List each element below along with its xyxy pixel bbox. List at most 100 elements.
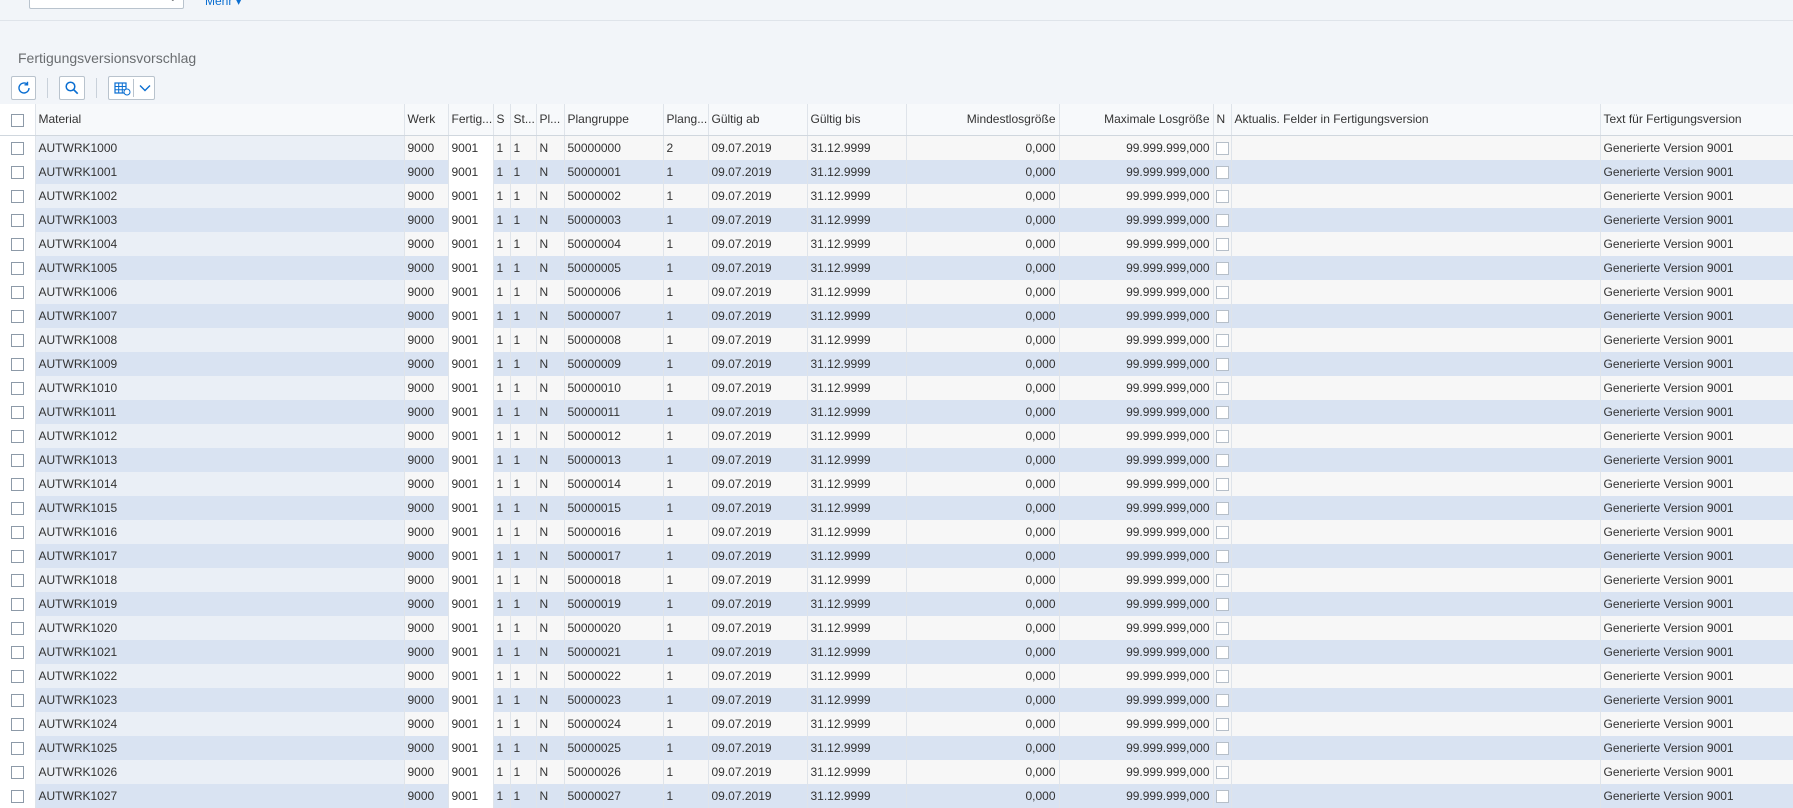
row-select-checkbox[interactable]	[10, 357, 24, 371]
table-row[interactable]: AUTWRK1009 9000 9001 1 1 N 50000009 1 09.07.2019…	[0, 351, 1793, 376]
row-select-checkbox[interactable]	[10, 213, 24, 227]
cell-n[interactable]	[1213, 759, 1232, 784]
cell-n[interactable]	[1213, 423, 1232, 448]
row-select-checkbox[interactable]	[10, 429, 24, 443]
cell-n[interactable]	[1213, 519, 1232, 544]
row-select-cell[interactable]	[0, 711, 36, 736]
row-select-checkbox[interactable]	[10, 309, 24, 323]
row-select-cell[interactable]	[0, 303, 36, 328]
cell-n[interactable]	[1213, 207, 1232, 232]
row-select-cell[interactable]	[0, 543, 36, 568]
table-row[interactable]: AUTWRK1012 9000 9001 1 1 N 50000012 1 09.07.2019…	[0, 423, 1793, 448]
n-checkbox[interactable]	[1215, 717, 1229, 731]
cell-n[interactable]	[1213, 255, 1232, 280]
table-row[interactable]: AUTWRK1026 9000 9001 1 1 N 50000026 1 09.07.2019…	[0, 759, 1793, 784]
row-select-cell[interactable]	[0, 231, 36, 256]
table-row[interactable]: AUTWRK1019 9000 9001 1 1 N 50000019 1 09.07.2019…	[0, 591, 1793, 616]
n-checkbox[interactable]	[1215, 357, 1229, 371]
n-checkbox[interactable]	[1215, 765, 1229, 779]
table-row[interactable]: AUTWRK1015 9000 9001 1 1 N 50000015 1 09.07.2019…	[0, 495, 1793, 520]
table-row[interactable]: AUTWRK1011 9000 9001 1 1 N 50000011 1 09.07.2019…	[0, 399, 1793, 424]
row-select-cell[interactable]	[0, 471, 36, 496]
more-link[interactable]: Mehr ▾	[205, 0, 242, 8]
table-row[interactable]: AUTWRK1023 9000 9001 1 1 N 50000023 1 09.07.2019…	[0, 687, 1793, 712]
table-row[interactable]: AUTWRK1007 9000 9001 1 1 N 50000007 1 09.07.2019…	[0, 303, 1793, 328]
n-checkbox[interactable]	[1215, 621, 1229, 635]
table-row[interactable]: AUTWRK1003 9000 9001 1 1 N 50000003 1 09.07.2019…	[0, 207, 1793, 232]
row-select-checkbox[interactable]	[10, 237, 24, 251]
row-select-checkbox[interactable]	[10, 453, 24, 467]
row-select-checkbox[interactable]	[10, 189, 24, 203]
n-checkbox[interactable]	[1215, 741, 1229, 755]
row-select-checkbox[interactable]	[10, 573, 24, 587]
row-select-checkbox[interactable]	[10, 477, 24, 491]
row-select-cell[interactable]	[0, 495, 36, 520]
col-mindestlosgroesse[interactable]: Mindestlosgröße	[906, 104, 1060, 136]
col-gueltig-ab[interactable]: Gültig ab	[708, 104, 808, 136]
row-select-cell[interactable]	[0, 663, 36, 688]
n-checkbox[interactable]	[1215, 333, 1229, 347]
n-checkbox[interactable]	[1215, 573, 1229, 587]
col-text[interactable]: Text für Fertigungsversion	[1600, 104, 1793, 136]
n-checkbox[interactable]	[1215, 141, 1229, 155]
cell-n[interactable]	[1213, 687, 1232, 712]
table-row[interactable]: AUTWRK1020 9000 9001 1 1 N 50000020 1 09.07.2019…	[0, 615, 1793, 640]
row-select-checkbox[interactable]	[10, 645, 24, 659]
n-checkbox[interactable]	[1215, 285, 1229, 299]
table-row[interactable]: AUTWRK1014 9000 9001 1 1 N 50000014 1 09.07.2019…	[0, 471, 1793, 496]
row-select-cell[interactable]	[0, 207, 36, 232]
row-select-checkbox[interactable]	[10, 285, 24, 299]
cell-n[interactable]	[1213, 591, 1232, 616]
row-select-checkbox[interactable]	[10, 717, 24, 731]
row-select-checkbox[interactable]	[10, 141, 24, 155]
cell-n[interactable]	[1213, 639, 1232, 664]
cell-n[interactable]	[1213, 447, 1232, 472]
table-row[interactable]: AUTWRK1008 9000 9001 1 1 N 50000008 1 09.07.2019…	[0, 327, 1793, 352]
row-select-checkbox[interactable]	[10, 405, 24, 419]
cell-n[interactable]	[1213, 663, 1232, 688]
table-row[interactable]: AUTWRK1000 9000 9001 1 1 N 50000000 2 09.07.2019…	[0, 135, 1793, 160]
n-checkbox[interactable]	[1215, 549, 1229, 563]
col-aktualis-felder[interactable]: Aktualis. Felder in Fertigungsversion	[1231, 104, 1601, 136]
n-checkbox[interactable]	[1215, 237, 1229, 251]
cell-n[interactable]	[1213, 399, 1232, 424]
n-checkbox[interactable]	[1215, 501, 1229, 515]
row-select-cell[interactable]	[0, 519, 36, 544]
n-checkbox[interactable]	[1215, 453, 1229, 467]
row-select-cell[interactable]	[0, 327, 36, 352]
row-select-cell[interactable]	[0, 735, 36, 760]
row-select-checkbox[interactable]	[10, 525, 24, 539]
col-n[interactable]: N	[1213, 104, 1232, 136]
table-row[interactable]: AUTWRK1027 9000 9001 1 1 N 50000027 1 09.07.2019…	[0, 783, 1793, 808]
col-gueltig-bis[interactable]: Gültig bis	[807, 104, 907, 136]
row-select-cell[interactable]	[0, 255, 36, 280]
col-plang[interactable]: Plang...	[663, 104, 709, 136]
n-checkbox[interactable]	[1215, 693, 1229, 707]
row-select-checkbox[interactable]	[10, 597, 24, 611]
table-row[interactable]: AUTWRK1005 9000 9001 1 1 N 50000005 1 09.07.2019…	[0, 255, 1793, 280]
n-checkbox[interactable]	[1215, 213, 1229, 227]
table-row[interactable]: AUTWRK1022 9000 9001 1 1 N 50000022 1 09.07.2019…	[0, 663, 1793, 688]
cell-n[interactable]	[1213, 375, 1232, 400]
n-checkbox[interactable]	[1215, 429, 1229, 443]
row-select-checkbox[interactable]	[10, 765, 24, 779]
col-plangruppe[interactable]: Plangruppe	[564, 104, 664, 136]
row-select-checkbox[interactable]	[10, 261, 24, 275]
table-row[interactable]: AUTWRK1001 9000 9001 1 1 N 50000001 1 09.07.2019…	[0, 159, 1793, 184]
row-select-cell[interactable]	[0, 135, 36, 160]
table-row[interactable]: AUTWRK1016 9000 9001 1 1 N 50000016 1 09.07.2019…	[0, 519, 1793, 544]
search-button[interactable]	[59, 76, 85, 100]
table-row[interactable]: AUTWRK1021 9000 9001 1 1 N 50000021 1 09.07.2019…	[0, 639, 1793, 664]
cell-n[interactable]	[1213, 183, 1232, 208]
row-select-checkbox[interactable]	[10, 549, 24, 563]
select-all-checkbox[interactable]	[10, 113, 24, 127]
n-checkbox[interactable]	[1215, 165, 1229, 179]
row-select-cell[interactable]	[0, 399, 36, 424]
n-checkbox[interactable]	[1215, 189, 1229, 203]
table-row[interactable]: AUTWRK1025 9000 9001 1 1 N 50000025 1 09.07.2019…	[0, 735, 1793, 760]
col-material[interactable]: Material	[35, 104, 405, 136]
row-select-cell[interactable]	[0, 375, 36, 400]
filter-dropdown[interactable]: ⌄	[29, 0, 184, 9]
row-select-cell[interactable]	[0, 759, 36, 784]
table-row[interactable]: AUTWRK1002 9000 9001 1 1 N 50000002 1 09.07.2019…	[0, 183, 1793, 208]
